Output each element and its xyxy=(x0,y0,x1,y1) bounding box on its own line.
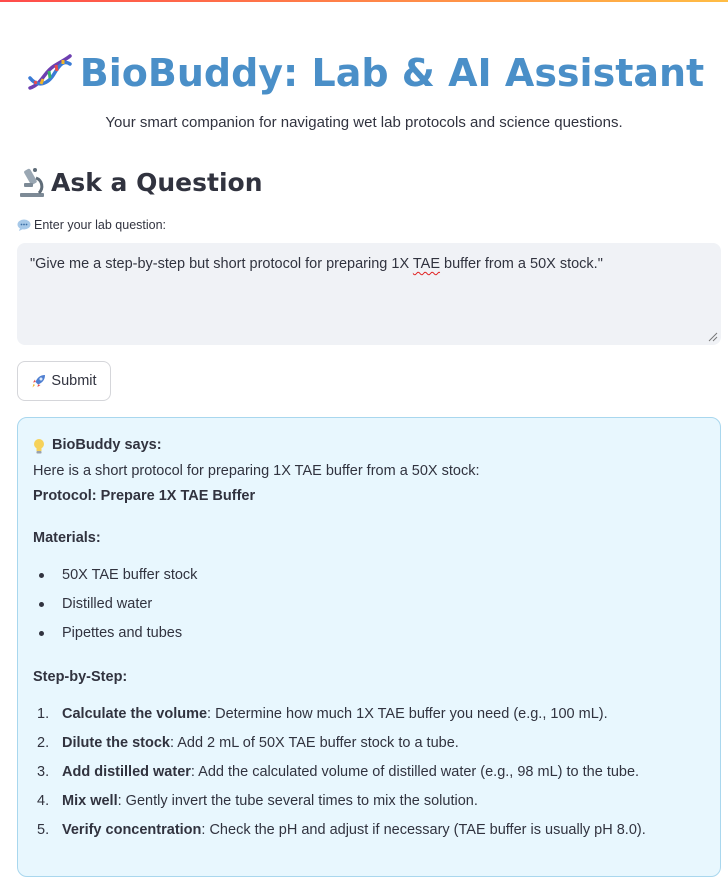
answer-intro: Here is a short protocol for preparing 1… xyxy=(33,463,480,479)
list-item: Distilled water xyxy=(33,594,705,623)
answer-panel: BioBuddy says: Here is a short protocol … xyxy=(17,417,721,877)
spellcheck-flagged-word: TAE xyxy=(412,256,441,272)
list-item: 4. Mix well: Gently invert the tube sever… xyxy=(37,793,478,809)
rocket-icon xyxy=(32,375,46,388)
speech-bubble-icon xyxy=(17,219,31,231)
list-item: 50X TAE buffer stock xyxy=(33,565,705,594)
input-label-text: Enter your lab question: xyxy=(34,218,167,232)
ask-question-heading: Ask a Question xyxy=(17,163,263,201)
question-textarea[interactable]: "Give me a step-by-step but short protoc… xyxy=(17,243,721,345)
steps-list: 1. Calculate the volume: Determine how mu… xyxy=(33,704,705,849)
top-decoration-bar xyxy=(0,0,728,2)
list-item: Pipettes and tubes xyxy=(33,623,705,652)
question-input-label: Enter your lab question: xyxy=(17,218,166,232)
microscope-icon xyxy=(20,168,44,197)
app-title: BioBuddy: Lab & AI Assistant xyxy=(79,51,705,95)
list-item: 2. Dilute the stock: Add 2 mL of 50X TAE … xyxy=(37,735,459,751)
answer-speaker: BioBuddy says: xyxy=(52,437,162,454)
steps-title: Step-by-Step: xyxy=(33,669,128,685)
section-title: Ask a Question xyxy=(51,167,263,197)
submit-label: Submit xyxy=(51,373,97,389)
answer-header: BioBuddy says: xyxy=(33,436,705,456)
list-item: 3. Add distilled water: Add the calculate… xyxy=(37,764,640,780)
list-item: 5. Verify concentration: Check the pH and… xyxy=(37,822,646,838)
protocol-title: Protocol: Prepare 1X TAE Buffer xyxy=(33,488,256,504)
question-text: "Give me a step-by-step but short protoc… xyxy=(30,256,603,272)
list-item: 1. Calculate the volume: Determine how mu… xyxy=(37,706,608,722)
lightbulb-icon xyxy=(34,439,44,454)
app-tagline: Your smart companion for navigating wet … xyxy=(105,114,623,131)
dna-icon xyxy=(28,54,72,90)
materials-title: Materials: xyxy=(33,530,101,546)
materials-list: 50X TAE buffer stock Distilled water Pip… xyxy=(33,565,705,652)
app-header: BioBuddy: Lab & AI Assistant xyxy=(0,40,728,106)
submit-button[interactable]: Submit xyxy=(17,361,111,401)
resize-grip-icon[interactable] xyxy=(708,332,718,342)
